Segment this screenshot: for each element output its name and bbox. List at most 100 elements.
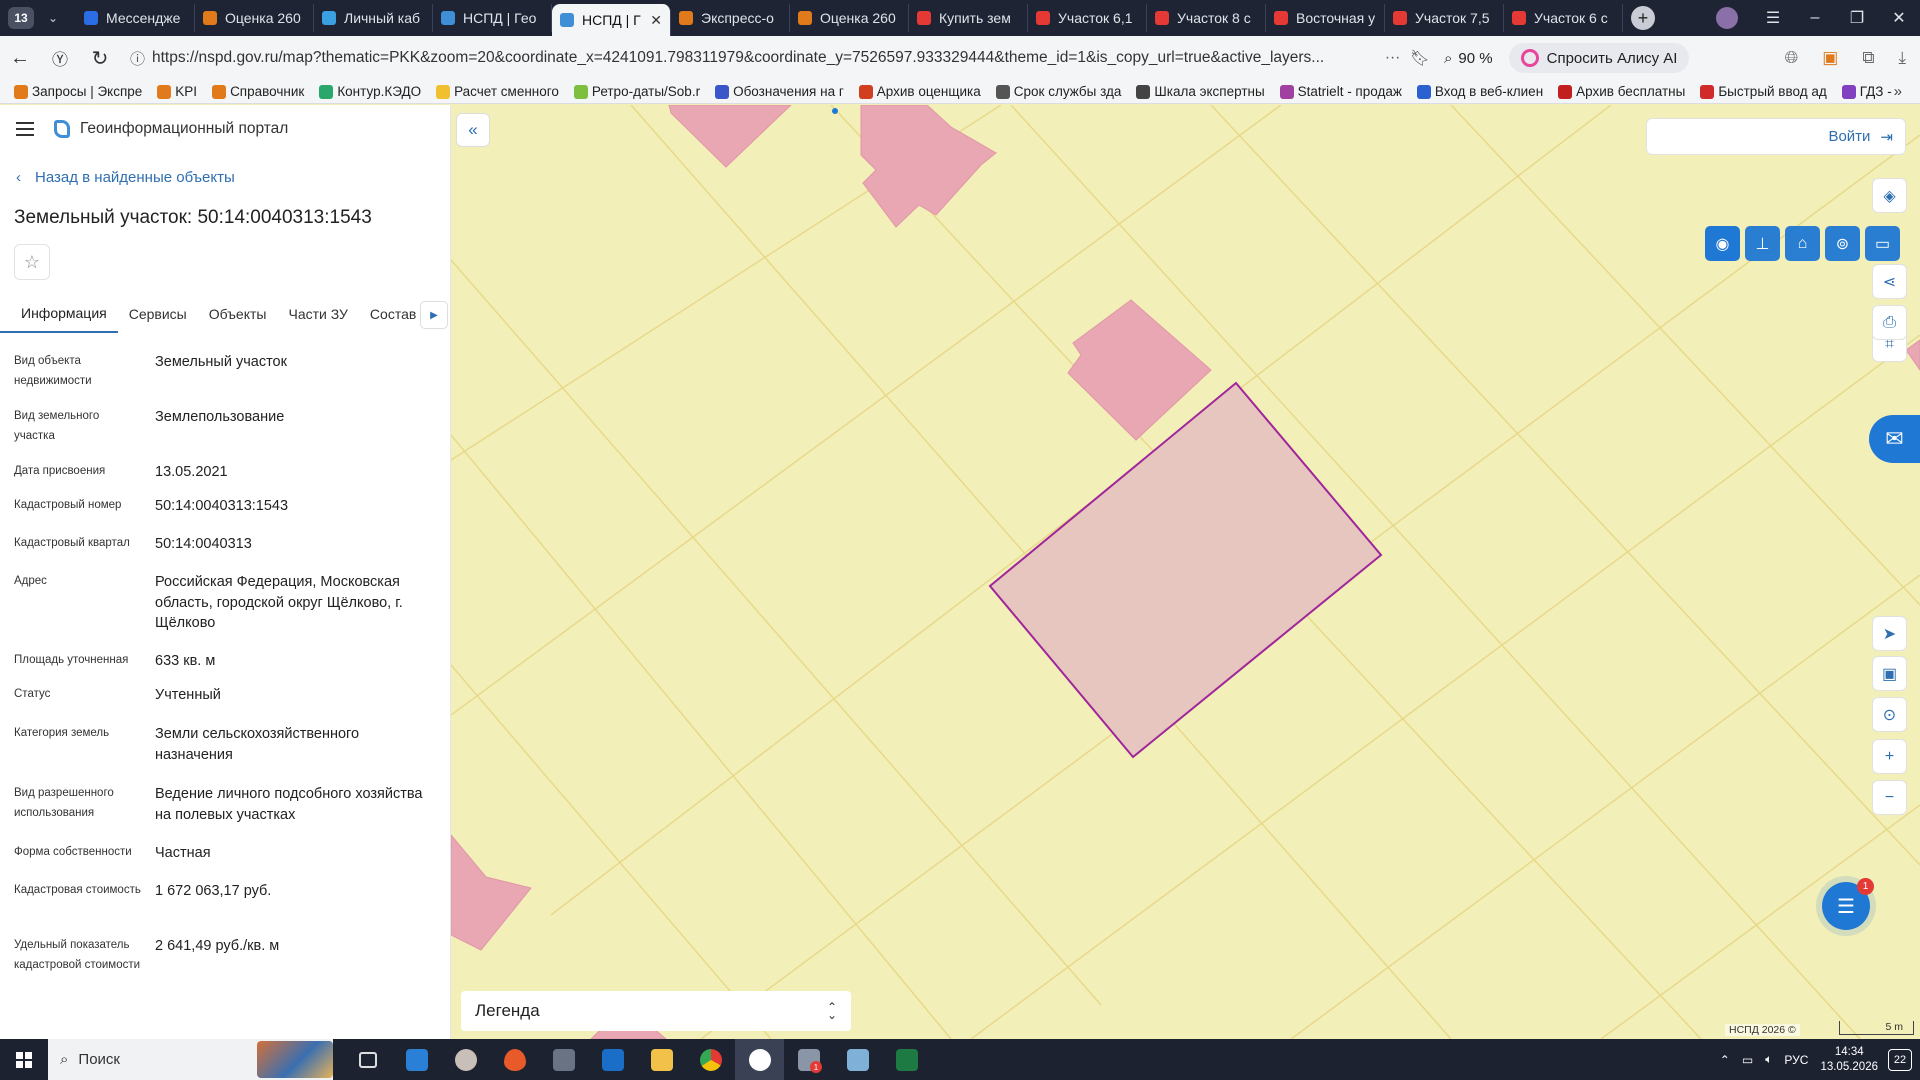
ruler-icon[interactable]: ▭ xyxy=(1865,226,1900,261)
cadastral-map[interactable]: « Войти ⇥ ◈ ◉ ⊥ ⌂ ⊚ ▭ ⌗ ⋖ ⎙ ✉ ➤ ▣ ⊙ ☰ 1 … xyxy=(451,105,1920,1039)
yandex-browser-icon[interactable] xyxy=(735,1039,784,1080)
browser-tab[interactable]: НСПД | Гео xyxy=(433,4,552,32)
download-icon[interactable]: ⤓ xyxy=(1898,48,1906,68)
browser-tab[interactable]: Оценка 260 xyxy=(790,4,909,32)
browser-tab[interactable]: Восточная у xyxy=(1266,4,1385,32)
browser-tab[interactable]: Личный каб xyxy=(314,4,433,32)
translate-icon[interactable]: 🌐︎ xyxy=(1785,48,1799,68)
calculator-icon[interactable] xyxy=(539,1039,588,1080)
bookmark-item[interactable]: Контур.КЭДО xyxy=(319,84,421,99)
zoom-indicator[interactable]: ⌕ 90 % xyxy=(1444,50,1493,67)
print-icon[interactable]: ⎙ xyxy=(1872,305,1907,340)
bookmark-item[interactable]: Архив оценщика xyxy=(858,84,981,99)
browser-tab[interactable]: Оценка 260 xyxy=(195,4,314,32)
more-icon[interactable]: ··· xyxy=(1375,49,1411,67)
tab-composition[interactable]: Состав xyxy=(359,295,427,333)
browser-tab[interactable]: Участок 6,1 xyxy=(1028,4,1147,32)
menu-icon[interactable]: ☰ xyxy=(1752,8,1794,28)
collapse-panel-button[interactable]: « xyxy=(456,113,490,147)
minimap-icon[interactable]: ▣ xyxy=(1872,656,1907,691)
bookmark-item[interactable]: Быстрый ввод ад xyxy=(1700,84,1827,99)
bookmark-icon[interactable]: 🔖︎ xyxy=(1410,49,1430,68)
buffer-tool-icon[interactable]: ⊚ xyxy=(1825,226,1860,261)
drop-app-icon[interactable] xyxy=(490,1039,539,1080)
notification-center-button[interactable]: 22 xyxy=(1888,1048,1912,1071)
url-text[interactable]: https://nspd.gov.ru/map?thematic=PKK&zoo… xyxy=(152,49,1324,67)
site-info-icon[interactable]: ⓘ xyxy=(130,48,152,69)
map-canvas[interactable] xyxy=(451,105,1920,1039)
browser-tab[interactable]: Экспресс-о xyxy=(671,4,790,32)
login-button[interactable]: Войти ⇥ xyxy=(1646,118,1906,155)
yandex-icon[interactable]: Ⓨ xyxy=(40,46,80,70)
geolocation-icon[interactable]: ⊙ xyxy=(1872,697,1907,732)
mail-app-icon[interactable] xyxy=(392,1039,441,1080)
chevron-down-icon[interactable]: ⌄ xyxy=(40,11,66,25)
bookmark-item[interactable]: Обозначения на г xyxy=(715,84,844,99)
share-icon[interactable]: ⋖ xyxy=(1872,264,1907,299)
bookmark-item[interactable]: Справочник xyxy=(212,84,304,99)
excel-icon[interactable] xyxy=(882,1039,931,1080)
network-icon[interactable]: ▭ xyxy=(1742,1053,1753,1067)
close-tab-icon[interactable]: ✕ xyxy=(650,12,662,29)
app-icon[interactable] xyxy=(441,1039,490,1080)
tabs-scroll-right-icon[interactable]: ▶ xyxy=(420,301,448,329)
bookmark-item[interactable]: Архив бесплатны xyxy=(1558,84,1685,99)
start-button[interactable] xyxy=(0,1039,48,1080)
chat-button[interactable]: ☰ 1 xyxy=(1822,878,1874,930)
tab-count-badge[interactable]: 13 xyxy=(8,7,34,29)
hamburger-menu-icon[interactable] xyxy=(16,122,34,136)
layers-icon[interactable]: ◈ xyxy=(1872,178,1907,213)
bookmark-item[interactable]: Ретро-даты/Sob.r xyxy=(573,84,700,99)
collections-icon[interactable]: ⧉ xyxy=(1862,48,1874,68)
side-panel-toggle-icon[interactable]: ✉ xyxy=(1869,415,1920,463)
bookmark-item[interactable]: Вход в веб-клиен xyxy=(1416,84,1543,99)
tab-parts[interactable]: Части ЗУ xyxy=(277,295,358,333)
address-field[interactable]: ⓘ https://nspd.gov.ru/map?thematic=PKK&z… xyxy=(130,42,1430,74)
tab-objects[interactable]: Объекты xyxy=(198,295,278,333)
ask-alice-button[interactable]: Спросить Алису AI xyxy=(1508,43,1690,73)
minimize-button[interactable]: – xyxy=(1794,9,1836,27)
bookmark-item[interactable]: Расчет сменного xyxy=(436,84,559,99)
line-tool-icon[interactable]: ⊥ xyxy=(1745,226,1780,261)
notes-app-icon[interactable] xyxy=(833,1039,882,1080)
new-tab-button[interactable]: + xyxy=(1631,6,1655,30)
task-view-icon[interactable] xyxy=(343,1039,392,1080)
bookmark-item[interactable]: Запросы | Экспре xyxy=(14,84,142,99)
profile-avatar[interactable] xyxy=(1716,7,1738,29)
chevron-up-icon[interactable]: ⌃ xyxy=(1720,1053,1730,1067)
language-indicator[interactable]: РУС xyxy=(1784,1053,1808,1067)
browser-tab[interactable]: Участок 7,5 xyxy=(1385,4,1504,32)
bookmark-item[interactable]: Шкала экспертны xyxy=(1136,84,1265,99)
volume-icon[interactable]: 🔈︎ xyxy=(1765,1052,1772,1067)
area-tool-icon[interactable]: ⌂ xyxy=(1785,226,1820,261)
tab-information[interactable]: Информация xyxy=(0,295,118,333)
browser-tab[interactable]: Мессендже xyxy=(76,4,195,32)
outlook-icon[interactable] xyxy=(588,1039,637,1080)
bookmark-item[interactable]: ГДЗ - xyxy=(1841,84,1892,99)
extension-icon[interactable]: ▣ xyxy=(1822,48,1838,68)
taskbar-search[interactable]: ⌕ Поиск xyxy=(48,1039,333,1080)
browser-tab[interactable]: Участок 8 с xyxy=(1147,4,1266,32)
navigation-icon[interactable]: ➤ xyxy=(1872,616,1907,651)
reload-button[interactable]: ↻ xyxy=(80,46,120,71)
file-explorer-icon[interactable] xyxy=(637,1039,686,1080)
restore-button[interactable]: ❐ xyxy=(1836,8,1878,28)
zoom-in-button[interactable]: + xyxy=(1872,739,1907,774)
browser-tab[interactable]: НСПД | Г ✕ xyxy=(552,4,671,36)
messenger-app-icon[interactable]: 1 xyxy=(784,1039,833,1080)
zoom-out-button[interactable]: − xyxy=(1872,780,1907,815)
tab-services[interactable]: Сервисы xyxy=(118,295,198,333)
clock[interactable]: 14:34 13.05.2026 xyxy=(1820,1045,1878,1075)
back-to-results-link[interactable]: ‹ Назад в найденные объекты xyxy=(16,169,235,186)
favorite-star-icon[interactable]: ☆ xyxy=(14,244,50,280)
bookmark-item[interactable]: Срок службы зда xyxy=(995,84,1121,99)
close-window-button[interactable]: ✕ xyxy=(1878,8,1920,28)
bookmarks-more-icon[interactable]: » xyxy=(1894,83,1902,100)
point-select-icon[interactable]: ◉ xyxy=(1705,226,1740,261)
browser-tab[interactable]: Участок 6 с xyxy=(1504,4,1623,32)
bookmark-item[interactable]: Statrielt - продаж xyxy=(1279,84,1402,99)
back-button[interactable]: ← xyxy=(0,47,40,70)
legend-toggle[interactable]: Легенда ⌃ ⌄ xyxy=(461,991,851,1031)
browser-tab[interactable]: Купить зем xyxy=(909,4,1028,32)
bookmark-item[interactable]: KPI xyxy=(157,84,197,99)
